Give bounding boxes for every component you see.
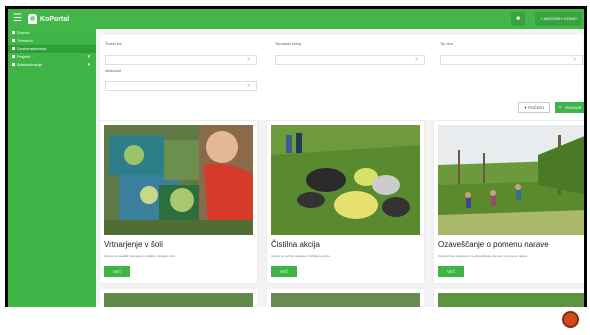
clear-icon[interactable]: × <box>247 57 250 63</box>
activity-card <box>434 289 584 307</box>
filter-label-topic: Tematski sklop <box>275 41 302 46</box>
settings-icon <box>12 63 15 67</box>
filter-label-activity: Aktivnost <box>105 68 122 73</box>
chevron-down-icon: ▾ <box>87 54 90 60</box>
sidebar-item-label: Domov <box>17 30 30 35</box>
card-image[interactable] <box>438 293 584 307</box>
filter-label-resource-type: Tip vira <box>440 41 453 46</box>
card-image[interactable] <box>271 293 420 307</box>
activity-card <box>267 289 424 307</box>
card-title: Vrtnarjenje v šoli <box>104 240 163 249</box>
user-menu-button[interactable]: + ANDORIH OZIANI <box>535 12 582 26</box>
sidebar: Domov Trenutno Dostlansteivnost Projekti… <box>8 29 96 307</box>
card-title: Ozaveščanje o pomenu narave <box>438 240 549 249</box>
card-description: Učenci so zasadili zelenjavo in zelišča … <box>104 254 176 258</box>
sidebar-item-dostlansteivnost[interactable]: Dostlansteivnost <box>8 45 96 53</box>
activity-select[interactable]: × <box>105 81 257 91</box>
activity-card: Vrtnarjenje v šoli Učenci so zasadili ze… <box>100 121 257 283</box>
screen-frame: ☰ KoPortal ■ + ANDORIH OZIANI Domov Tren… <box>5 6 587 307</box>
sidebar-item-label: Projekti <box>17 54 31 59</box>
nature-photo <box>438 125 584 235</box>
card-image-nature[interactable] <box>438 125 584 235</box>
sidebar-item-administracija[interactable]: Administracija ▾ <box>8 61 96 69</box>
home-icon <box>12 31 15 35</box>
topic-select[interactable]: × <box>275 55 425 65</box>
logo-mark-icon <box>28 14 37 24</box>
hamburger-icon[interactable]: ☰ <box>13 13 22 25</box>
clear-icon[interactable]: × <box>247 83 250 89</box>
clear-icon[interactable]: × <box>415 57 418 63</box>
card-title: Čistilna akcija <box>271 240 320 249</box>
record-button[interactable] <box>562 311 579 328</box>
gardening-photo <box>104 125 253 235</box>
filter-panel: Šolski tim × Tematski sklop × Tip vira ×… <box>100 35 583 120</box>
sidebar-item-label: Trenutno <box>17 38 33 43</box>
cleanup-photo <box>271 125 420 235</box>
resource-type-select[interactable]: × <box>440 55 583 65</box>
card-more-button[interactable]: VEČ <box>438 266 464 277</box>
card-image-gardening[interactable] <box>104 125 253 235</box>
logo-text: KoPortal <box>40 15 70 23</box>
list-icon <box>12 47 15 51</box>
activity-card <box>100 289 257 307</box>
card-image[interactable] <box>104 293 253 307</box>
sidebar-item-label: Dostlansteivnost <box>17 46 47 51</box>
clear-icon[interactable]: × <box>573 57 576 63</box>
bell-icon[interactable]: ■ <box>511 12 525 26</box>
clock-icon <box>12 39 15 43</box>
clear-filters-button[interactable]: ✦ POČISTI <box>518 102 550 113</box>
app-screen: ☰ KoPortal ■ + ANDORIH OZIANI Domov Tren… <box>8 9 584 307</box>
search-button[interactable]: 🔍 ISKANJE <box>555 102 584 113</box>
sidebar-item-label: Administracija <box>17 62 42 67</box>
top-bar: ☰ KoPortal ■ + ANDORIH OZIANI <box>8 9 584 29</box>
chevron-down-icon: ▾ <box>87 62 90 68</box>
school-team-select[interactable]: × <box>105 55 257 65</box>
card-description: Učenci so pobrali odpadke v bližnjem goz… <box>271 254 331 258</box>
card-more-button[interactable]: VEČ <box>271 266 297 277</box>
logo[interactable]: KoPortal <box>28 12 69 26</box>
sidebar-item-trenutno[interactable]: Trenutno <box>8 37 96 45</box>
card-image-cleanup[interactable] <box>271 125 420 235</box>
folder-icon <box>12 55 15 59</box>
sidebar-item-projekti[interactable]: Projekti ▾ <box>8 53 96 61</box>
activity-card: Čistilna akcija Učenci so pobrali odpadk… <box>267 121 424 283</box>
activity-card: Ozaveščanje o pomenu narave Organizirane… <box>434 121 584 283</box>
card-more-button[interactable]: VEČ <box>104 266 130 277</box>
card-description: Organizirane dejavnosti za ozaveščanje u… <box>438 254 529 258</box>
sidebar-item-domov[interactable]: Domov <box>8 29 96 37</box>
filter-label-school-team: Šolski tim <box>105 41 123 46</box>
